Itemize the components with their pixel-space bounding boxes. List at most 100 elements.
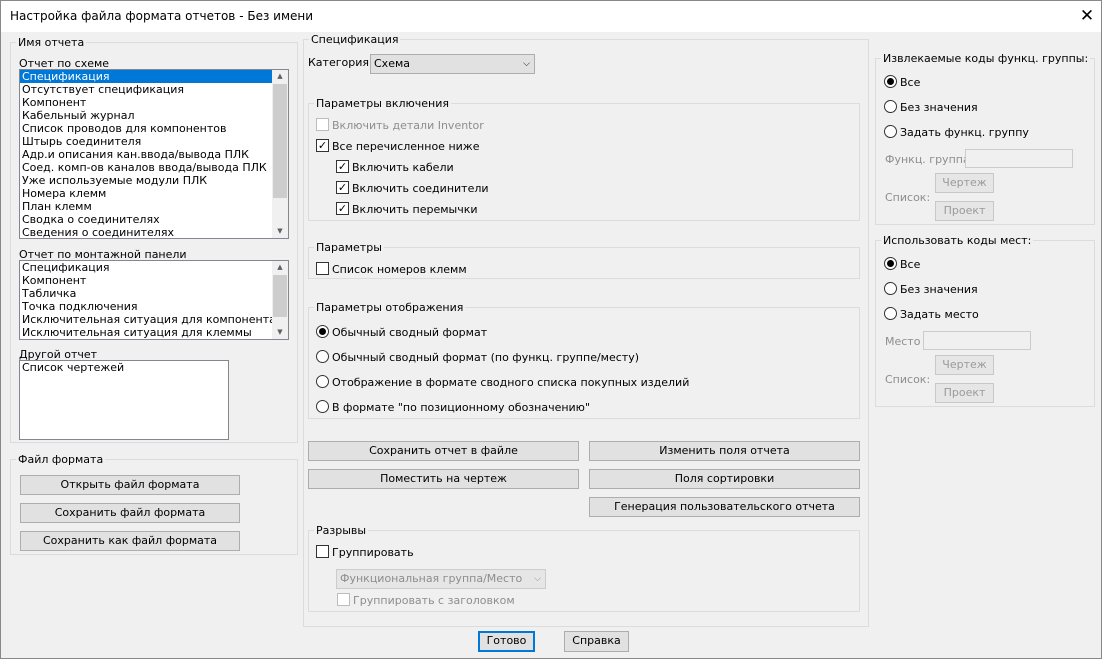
include-connectors-checkbox[interactable]: ✓	[336, 181, 349, 194]
scroll-thumb[interactable]	[273, 84, 287, 198]
list-item[interactable]: Компонент	[20, 274, 288, 287]
loc-all-radio[interactable]	[884, 257, 897, 270]
include-cables-label: Включить кабели	[352, 161, 454, 174]
scroll-thumb[interactable]	[273, 275, 287, 317]
user-report-button[interactable]: Генерация пользовательского отчета	[589, 497, 860, 517]
list-item[interactable]: Спецификация	[20, 70, 288, 83]
func-all-label: Все	[900, 76, 921, 89]
loc-place-field[interactable]	[923, 331, 1031, 350]
sort-fields-button[interactable]: Поля сортировки	[589, 469, 860, 489]
group-by-value: Функциональная группа/Место	[340, 572, 523, 585]
loc-none-radio[interactable]	[884, 282, 897, 295]
loc-all-label: Все	[900, 258, 921, 271]
loc-list-label: Список:	[885, 373, 931, 386]
loc-drawing-button[interactable]: Чертеж	[935, 355, 994, 375]
list-item[interactable]: Отсутствует спецификация	[20, 83, 288, 96]
display-option-radio[interactable]	[316, 325, 329, 338]
change-fields-button[interactable]: Изменить поля отчета	[589, 441, 860, 461]
display-option-label: В формате "по позиционному обозначению"	[332, 401, 591, 414]
func-set-label: Задать функц. группу	[900, 126, 1029, 139]
list-item[interactable]: План клемм	[20, 200, 288, 213]
display-option-label: Обычный сводный формат	[332, 326, 488, 339]
loc-place-label: Место	[885, 335, 921, 348]
func-all-radio[interactable]	[884, 75, 897, 88]
group-by-select[interactable]: Функциональная группа/Место ⌵	[336, 569, 546, 589]
place-on-drawing-button[interactable]: Поместить на чертеж	[308, 469, 579, 489]
list-item[interactable]: Список проводов для компонентов	[20, 122, 288, 135]
all-below-label: Все перечисленное ниже	[332, 140, 480, 153]
func-none-label: Без значения	[900, 101, 978, 114]
list-item[interactable]: Табличка	[20, 287, 288, 300]
group-header-label: Группировать с заголовком	[353, 594, 515, 607]
group-checkbox[interactable]	[316, 545, 329, 558]
include-inventor-checkbox[interactable]	[316, 118, 329, 131]
all-below-checkbox[interactable]: ✓	[316, 139, 329, 152]
display-option-label: Отображение в формате сводного списка по…	[332, 376, 690, 389]
category-value: Схема	[374, 57, 410, 70]
save-format-file-button[interactable]: Сохранить файл формата	[20, 503, 240, 523]
schematic-list-scrollbar[interactable]: ▲ ▼	[272, 70, 288, 238]
list-item[interactable]: Адр.и описания кан.ввода/вывода ПЛК	[20, 148, 288, 161]
chevron-down-icon: ⌵	[534, 574, 541, 584]
loc-project-button[interactable]: Проект	[935, 383, 994, 403]
params-legend: Параметры	[314, 241, 384, 254]
include-jumpers-label: Включить перемычки	[352, 203, 478, 216]
other-report-list[interactable]: Список чертежей	[19, 360, 229, 440]
list-item[interactable]: Компонент	[20, 96, 288, 109]
display-option-radio[interactable]	[316, 400, 329, 413]
list-item[interactable]: Точка подключения	[20, 300, 288, 313]
window-title: Настройка файла формата отчетов - Без им…	[10, 9, 314, 23]
close-icon[interactable]: ✕	[1073, 1, 1101, 31]
display-option-radio[interactable]	[316, 375, 329, 388]
list-item[interactable]: Исключительная ситуация для компонента	[20, 313, 288, 326]
list-item[interactable]: Сводка о соединителях	[20, 213, 288, 226]
list-item[interactable]: Уже используемые модули ПЛК	[20, 174, 288, 187]
scroll-down-icon[interactable]: ▼	[272, 225, 288, 238]
panel-list-scrollbar[interactable]: ▲ ▼	[272, 261, 288, 339]
scroll-up-icon[interactable]: ▲	[272, 261, 288, 274]
func-set-radio[interactable]	[884, 125, 897, 138]
list-item[interactable]: Кабельный журнал	[20, 109, 288, 122]
ok-button[interactable]: Готово	[478, 631, 535, 652]
title-bar: Настройка файла формата отчетов - Без им…	[1, 1, 1101, 32]
list-item[interactable]: Штырь соединителя	[20, 135, 288, 148]
list-item[interactable]: Соед. комп-ов каналов ввода/вывода ПЛК	[20, 161, 288, 174]
display-legend: Параметры отображения	[314, 301, 466, 314]
func-group-label: Функц. группа	[885, 153, 970, 166]
terminal-list-label: Список номеров клемм	[332, 263, 467, 276]
category-label: Категория:	[308, 56, 373, 69]
save-report-button[interactable]: Сохранить отчет в файле	[308, 441, 579, 461]
include-cables-checkbox[interactable]: ✓	[336, 160, 349, 173]
loc-none-label: Без значения	[900, 283, 978, 296]
scroll-down-icon[interactable]: ▼	[272, 326, 288, 339]
func-drawing-button[interactable]: Чертеж	[935, 173, 994, 193]
func-none-radio[interactable]	[884, 100, 897, 113]
list-item[interactable]: Сведения о соединителях	[20, 226, 288, 238]
save-as-format-file-button[interactable]: Сохранить как файл формата	[20, 531, 240, 551]
list-item[interactable]: Список чертежей	[20, 361, 228, 374]
schematic-report-list[interactable]: Спецификация Отсутствует спецификация Комп…	[19, 69, 289, 239]
include-jumpers-checkbox[interactable]: ✓	[336, 202, 349, 215]
include-connectors-label: Включить соединители	[352, 182, 489, 195]
category-select[interactable]: Схема ⌵	[370, 54, 535, 74]
list-item[interactable]: Исключительная ситуация для клеммы	[20, 326, 288, 339]
func-group-field[interactable]	[965, 149, 1073, 168]
group-header-checkbox[interactable]	[337, 593, 350, 606]
list-item[interactable]: Спецификация	[20, 261, 288, 274]
list-item[interactable]: Номера клемм	[20, 187, 288, 200]
func-codes-legend: Извлекаемые коды функц. группы:	[881, 52, 1091, 65]
scroll-up-icon[interactable]: ▲	[272, 70, 288, 83]
breaks-legend: Разрывы	[314, 524, 369, 537]
report-name-legend: Имя отчета	[16, 36, 87, 49]
func-project-button[interactable]: Проект	[935, 201, 994, 221]
loc-set-label: Задать место	[900, 308, 979, 321]
display-option-radio[interactable]	[316, 350, 329, 363]
loc-set-radio[interactable]	[884, 307, 897, 320]
display-option-label: Обычный сводный формат (по функц. группе…	[332, 351, 639, 364]
help-button[interactable]: Справка	[564, 631, 629, 652]
terminal-list-checkbox[interactable]	[316, 262, 329, 275]
func-list-label: Список:	[885, 191, 931, 204]
panel-report-list[interactable]: Спецификация Компонент Табличка Точка подкл…	[19, 260, 289, 340]
open-format-file-button[interactable]: Открыть файл формата	[20, 475, 240, 495]
group-label: Группировать	[332, 546, 414, 559]
